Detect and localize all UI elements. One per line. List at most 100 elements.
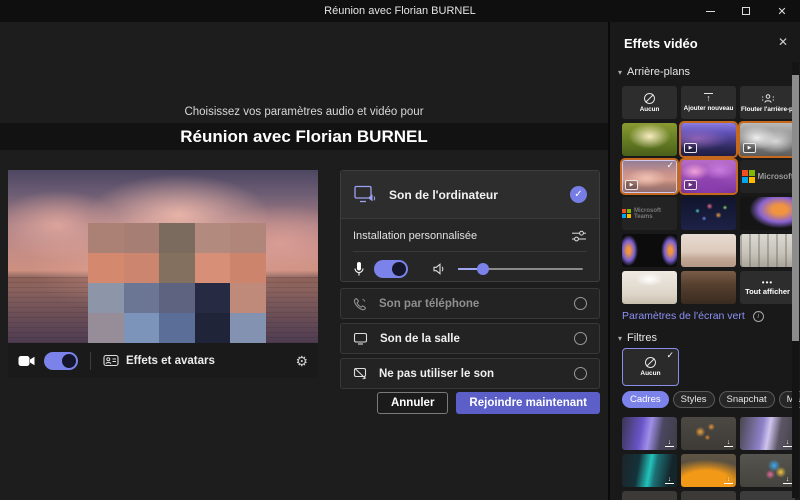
filters-section-header[interactable]: ▾ Filtres — [618, 332, 657, 344]
background-thumb-purple-mountains[interactable]: ▶ — [681, 123, 736, 156]
background-thumb-pink-clouds-selected[interactable]: ✓ ▶ — [622, 160, 677, 193]
background-thumbnails: ▶ ▶ ✓ ▶ ▶ Microsoft Microsoft Teams ••• … — [622, 123, 795, 304]
download-icon: ↓ — [783, 476, 792, 484]
prejoin-subtitle: Choisissez vos paramètres audio et vidéo… — [184, 106, 424, 118]
no-sound-option[interactable]: Ne pas utiliser le son — [340, 358, 600, 389]
toolbar-divider — [90, 351, 91, 370]
room-audio-icon — [353, 332, 368, 345]
selected-check-icon: ✓ — [570, 186, 587, 203]
background-thumb-dark-interior[interactable] — [681, 271, 736, 304]
background-thumb-microsoft[interactable]: Microsoft — [740, 160, 795, 193]
microphone-toggle[interactable] — [374, 260, 408, 278]
none-label: Aucun — [639, 105, 660, 113]
blur-label: Flouter l'arrière-pl — [741, 105, 794, 113]
filter-thumb-balloons[interactable]: ↓ — [740, 454, 795, 487]
teams-prejoin-window: Réunion avec Florian BURNEL ✕ Choisissez… — [0, 0, 800, 500]
device-settings-gear-icon[interactable]: ⚙ — [295, 354, 308, 368]
volume-slider-thumb[interactable] — [477, 263, 489, 275]
filter-none-label: Aucun — [640, 370, 661, 377]
info-icon[interactable]: i — [752, 310, 764, 322]
microsoft-label: Microsoft — [757, 172, 794, 181]
download-icon: ↓ — [724, 476, 733, 484]
effects-avatars-button[interactable]: Effets et avatars — [126, 355, 215, 367]
computer-sound-card: Son de l'ordinateur ✓ Installation perso… — [340, 170, 600, 282]
filters-section-label: Filtres — [627, 332, 657, 344]
filter-tabs: Cadres Styles Snapchat Maybelline — [622, 391, 800, 408]
panel-scrollbar-thumb[interactable] — [792, 75, 799, 341]
phone-sound-label: Son par téléphone — [379, 297, 480, 310]
chevron-down-icon: ▾ — [618, 67, 623, 77]
filter-thumb-purple-wave[interactable]: ↓ — [622, 417, 677, 450]
check-glyph: ✓ — [574, 189, 583, 200]
more-dots-icon: ••• — [761, 277, 774, 287]
speaker-icon — [432, 263, 446, 275]
panel-title: Effets vidéo — [624, 36, 698, 51]
show-all-backgrounds-button[interactable]: ••• Tout afficher — [740, 271, 795, 304]
background-thumb-dark-spheres[interactable] — [681, 197, 736, 230]
maximize-icon — [742, 7, 750, 15]
background-thumb-purple-flowers[interactable]: ▶ — [681, 160, 736, 193]
tab-styles[interactable]: Styles — [672, 391, 715, 408]
background-thumb-dark-ribbons[interactable] — [622, 234, 677, 267]
close-icon: ✕ — [777, 5, 787, 18]
preview-toolbar: Effets et avatars ⚙ — [8, 343, 318, 378]
computer-sound-option[interactable]: Son de l'ordinateur ✓ — [341, 171, 599, 219]
effects-avatars-icon — [103, 354, 119, 367]
filter-thumb-lavender-wave[interactable]: ↓ — [740, 417, 795, 450]
background-thumb-orange-ribbon[interactable] — [740, 197, 795, 230]
filter-thumb-teal-wave[interactable]: ↓ — [622, 454, 677, 487]
background-thumb-beige-interior[interactable] — [681, 234, 736, 267]
close-window-button[interactable]: ✕ — [764, 0, 800, 22]
microsoft-teams-logo-icon — [622, 209, 631, 218]
download-icon: ↓ — [665, 476, 674, 484]
upload-icon: ↑ — [704, 93, 713, 103]
panel-close-button[interactable]: ✕ — [778, 35, 788, 49]
room-sound-option[interactable]: Son de la salle — [340, 323, 600, 354]
background-thumb-white-interior[interactable] — [622, 271, 677, 304]
show-all-label: Tout afficher — [745, 286, 790, 296]
backgrounds-section-label: Arrière-plans — [627, 66, 690, 78]
filter-thumb-orange-wave[interactable]: ↓ — [681, 454, 736, 487]
minimize-button[interactable] — [692, 0, 728, 22]
footer-actions: Annuler Rejoindre maintenant — [376, 392, 600, 414]
blur-person-icon — [761, 93, 775, 104]
sound-off-icon — [353, 367, 367, 380]
audio-mixer-icon[interactable] — [571, 229, 587, 243]
background-thumb-forest[interactable] — [622, 123, 677, 156]
join-now-button[interactable]: Rejoindre maintenant — [456, 392, 600, 414]
titlebar: Réunion avec Florian BURNEL ✕ — [0, 0, 800, 22]
meeting-title-band: Réunion avec Florian BURNEL — [0, 123, 608, 150]
microsoft-teams-label: Microsoft Teams — [634, 207, 661, 220]
background-thumb-microsoft-teams[interactable]: Microsoft Teams — [622, 197, 677, 230]
background-thumb-grey-clouds[interactable]: ▶ — [740, 123, 795, 156]
camera-toggle[interactable] — [44, 351, 78, 370]
tab-snapchat[interactable]: Snapchat — [718, 391, 775, 408]
download-icon: ↓ — [665, 439, 674, 447]
camera-toggle-knob — [62, 353, 76, 368]
no-sound-radio[interactable] — [574, 367, 587, 380]
video-preview: Effets et avatars ⚙ — [8, 170, 318, 378]
backgrounds-section-header[interactable]: ▾ Arrière-plans — [618, 66, 690, 78]
main-area: Choisissez vos paramètres audio et vidéo… — [0, 22, 608, 500]
camera-feed — [8, 170, 318, 343]
add-new-background-button[interactable]: ↑ Ajouter nouveau — [681, 86, 736, 119]
room-sound-radio[interactable] — [574, 332, 587, 345]
video-effects-panel: Effets vidéo ✕ ▾ Arrière-plans Aucun ↑ A… — [608, 22, 800, 500]
background-thumb-office-room[interactable] — [740, 234, 795, 267]
filter-thumb-orange-bokeh[interactable]: ↓ — [681, 417, 736, 450]
green-screen-link[interactable]: Paramètres de l'écran vert — [622, 310, 745, 322]
background-none-button[interactable]: Aucun — [622, 86, 677, 119]
filter-thumb-blue[interactable] — [681, 491, 736, 500]
filter-thumb-pink[interactable] — [622, 491, 677, 500]
blur-background-button[interactable]: Flouter l'arrière-pl — [740, 86, 795, 119]
phone-sound-option[interactable]: Son par téléphone — [340, 288, 600, 319]
filter-thumb-grey[interactable] — [740, 491, 795, 500]
microphone-icon — [353, 261, 365, 277]
phone-sound-radio[interactable] — [574, 297, 587, 310]
custom-setup-label: Installation personnalisée — [353, 230, 478, 242]
volume-slider[interactable] — [458, 263, 583, 275]
filter-none-selected[interactable]: ✓ Aucun — [622, 348, 679, 386]
maximize-button[interactable] — [728, 0, 764, 22]
cancel-button[interactable]: Annuler — [376, 392, 449, 414]
tab-cadres[interactable]: Cadres — [622, 391, 669, 408]
